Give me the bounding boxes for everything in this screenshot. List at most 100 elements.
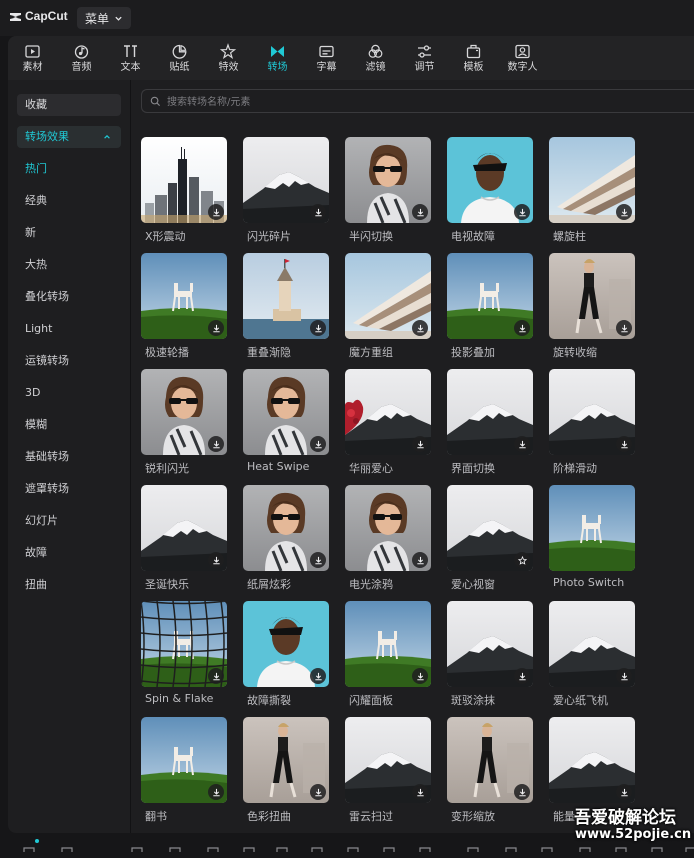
transition-thumbnail[interactable] (447, 369, 533, 455)
download-button[interactable] (310, 552, 326, 568)
transition-thumbnail[interactable] (345, 485, 431, 571)
tab-effects[interactable]: 特效 (204, 36, 253, 80)
transition-thumbnail[interactable] (141, 253, 227, 339)
download-button[interactable] (310, 436, 326, 452)
download-button[interactable] (514, 668, 530, 684)
sidebar-item[interactable]: Light (25, 321, 52, 337)
transition-thumbnail[interactable] (141, 137, 227, 223)
download-button[interactable] (412, 204, 428, 220)
timeline-tool-button[interactable] (206, 839, 220, 852)
download-button[interactable] (208, 320, 224, 336)
tab-sticker[interactable]: 贴纸 (155, 36, 204, 80)
sidebar-item[interactable]: 叠化转场 (25, 289, 69, 305)
menu-button[interactable]: 菜单 (77, 7, 131, 29)
timeline-tool-button[interactable] (346, 839, 360, 852)
download-button[interactable] (616, 436, 632, 452)
sidebar-item[interactable]: 新 (25, 225, 36, 241)
download-button[interactable] (208, 668, 224, 684)
download-button[interactable] (412, 552, 428, 568)
download-button[interactable] (616, 784, 632, 800)
download-button[interactable] (310, 204, 326, 220)
sidebar-item[interactable]: 故障 (25, 545, 47, 561)
timeline-tool-button[interactable] (275, 839, 289, 852)
download-button[interactable] (412, 436, 428, 452)
tab-audio[interactable]: 音频 (57, 36, 106, 80)
download-button[interactable] (310, 784, 326, 800)
timeline-tool-button[interactable] (540, 839, 554, 852)
sidebar-item[interactable]: 经典 (25, 193, 47, 209)
timeline-tool-button[interactable] (418, 839, 432, 852)
transition-thumbnail[interactable] (141, 717, 227, 803)
transition-thumbnail[interactable] (345, 253, 431, 339)
search-box[interactable] (141, 89, 694, 113)
transition-thumbnail[interactable] (549, 369, 635, 455)
download-button[interactable] (514, 436, 530, 452)
favorite-button[interactable] (514, 552, 530, 568)
sidebar-item[interactable]: 基础转场 (25, 449, 69, 465)
sidebar-item[interactable]: 模糊 (25, 417, 47, 433)
transition-thumbnail[interactable] (243, 717, 329, 803)
download-button[interactable] (412, 784, 428, 800)
transition-thumbnail[interactable] (447, 253, 533, 339)
sidebar-category-transitions[interactable]: 转场效果 (17, 126, 121, 148)
timeline-tool-button[interactable] (382, 839, 396, 852)
download-button[interactable] (616, 204, 632, 220)
transition-thumbnail[interactable] (345, 369, 431, 455)
transition-thumbnail[interactable] (141, 601, 227, 687)
transition-thumbnail[interactable] (345, 717, 431, 803)
timeline-tool-button[interactable] (466, 839, 480, 852)
transition-thumbnail[interactable] (447, 485, 533, 571)
transition-thumbnail[interactable] (447, 717, 533, 803)
transition-thumbnail[interactable] (141, 369, 227, 455)
sidebar-item[interactable]: 3D (25, 385, 40, 401)
download-button[interactable] (514, 204, 530, 220)
transition-thumbnail[interactable] (447, 137, 533, 223)
transition-thumbnail[interactable] (549, 137, 635, 223)
tab-adjust[interactable]: 调节 (400, 36, 449, 80)
sidebar-favorites[interactable]: 收藏 (17, 94, 121, 116)
timeline-tool-button[interactable] (168, 839, 182, 852)
tab-caption[interactable]: 字幕 (302, 36, 351, 80)
transition-thumbnail[interactable] (243, 137, 329, 223)
sidebar-item[interactable]: 扭曲 (25, 577, 47, 593)
timeline-tool-button[interactable] (22, 839, 36, 852)
timeline-tool-button[interactable] (310, 839, 324, 852)
tab-text[interactable]: 文本 (106, 36, 155, 80)
search-input[interactable] (165, 92, 669, 112)
transition-thumbnail[interactable] (447, 601, 533, 687)
download-button[interactable] (616, 320, 632, 336)
transition-thumbnail[interactable] (345, 137, 431, 223)
transition-thumbnail[interactable] (141, 485, 227, 571)
download-button[interactable] (514, 784, 530, 800)
transition-thumbnail[interactable] (243, 601, 329, 687)
timeline-tool-button[interactable] (60, 839, 74, 852)
transition-thumbnail[interactable] (243, 253, 329, 339)
transition-thumbnail[interactable] (345, 601, 431, 687)
transition-thumbnail[interactable] (549, 717, 635, 803)
timeline-tool-button[interactable] (242, 839, 256, 852)
sidebar-item[interactable]: 热门 (25, 161, 47, 177)
download-button[interactable] (208, 436, 224, 452)
transition-thumbnail[interactable] (549, 485, 635, 571)
transition-thumbnail[interactable] (243, 369, 329, 455)
download-button[interactable] (208, 552, 224, 568)
sidebar-item[interactable]: 遮罩转场 (25, 481, 69, 497)
sidebar-item[interactable]: 大热 (25, 257, 47, 273)
download-button[interactable] (310, 320, 326, 336)
download-button[interactable] (514, 320, 530, 336)
tab-media[interactable]: 素材 (8, 36, 57, 80)
tab-transition[interactable]: 转场 (253, 36, 302, 80)
timeline-tool-button[interactable] (504, 839, 518, 852)
sidebar-item[interactable]: 运镜转场 (25, 353, 69, 369)
tab-template[interactable]: 模板 (449, 36, 498, 80)
tab-avatar[interactable]: 数字人 (498, 36, 547, 80)
transition-thumbnail[interactable] (549, 253, 635, 339)
timeline-tool-button[interactable] (130, 839, 144, 852)
tab-filter[interactable]: 滤镜 (351, 36, 400, 80)
download-button[interactable] (412, 320, 428, 336)
download-button[interactable] (310, 668, 326, 684)
download-button[interactable] (616, 668, 632, 684)
transition-thumbnail[interactable] (549, 601, 635, 687)
download-button[interactable] (208, 784, 224, 800)
download-button[interactable] (412, 668, 428, 684)
